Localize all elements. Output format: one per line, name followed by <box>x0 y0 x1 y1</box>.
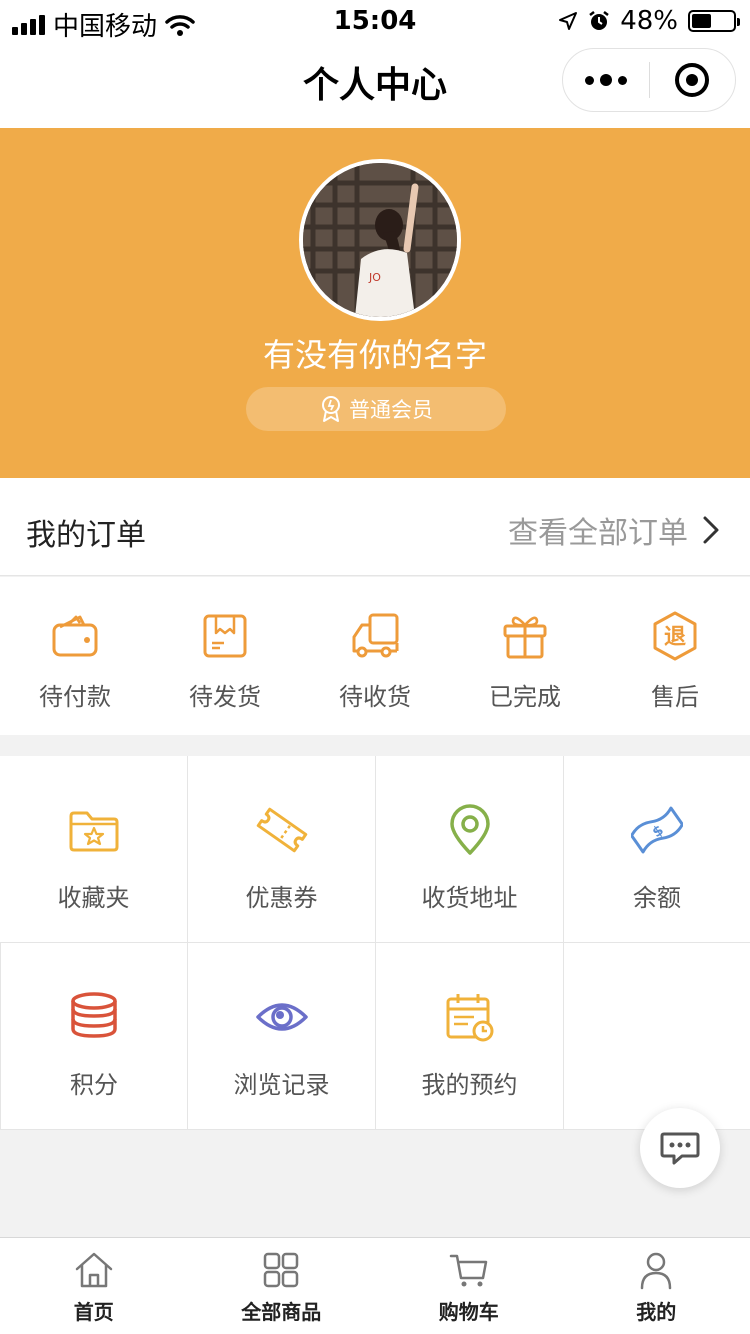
grid-item-points[interactable]: 积分 <box>0 943 188 1130</box>
avatar-photo: JO <box>303 163 457 317</box>
grid-item-appointments[interactable]: 我的预约 <box>376 943 564 1130</box>
more-dot-icon <box>599 74 612 86</box>
alarm-icon <box>589 11 609 30</box>
grid-item-history[interactable]: 浏览记录 <box>188 943 376 1130</box>
tab-all-products[interactable]: 全部商品 <box>188 1238 376 1334</box>
status-right: 48% <box>558 6 740 36</box>
grid-item-label: 收货地址 <box>421 884 518 912</box>
truck-icon <box>352 613 399 658</box>
grid-item-coupons[interactable]: 优惠券 <box>188 756 376 943</box>
grid-item-label: 积分 <box>70 1071 118 1099</box>
tab-cart[interactable]: 购物车 <box>375 1238 563 1334</box>
box-icon <box>203 614 247 658</box>
tab-home[interactable]: 首页 <box>0 1238 188 1334</box>
chat-bubble-icon <box>660 1132 700 1165</box>
grid-item-favorites[interactable]: 收藏夹 <box>0 756 188 943</box>
order-status-label: 售后 <box>651 683 699 711</box>
target-icon <box>675 63 710 97</box>
view-all-orders-link[interactable]: 查看全部订单 <box>508 508 720 552</box>
orders-title: 我的订单 <box>26 518 146 553</box>
services-grid: 收藏夹 优惠券 收货地址 $ 余额 积分 浏览记录 我的预约 <box>0 756 750 1130</box>
tab-label: 首页 <box>73 1300 114 1324</box>
tab-mine[interactable]: 我的 <box>563 1238 750 1334</box>
more-dot-icon <box>584 75 594 85</box>
order-status-row: 待付款 待发货 待收货 已完成 退 售后 <box>0 577 750 735</box>
username: 有没有你的名字 <box>262 336 487 374</box>
order-status-label: 待发货 <box>189 683 261 711</box>
grid-item-label: 余额 <box>633 884 681 912</box>
more-dot-icon <box>617 75 627 85</box>
grid-icon <box>264 1252 299 1288</box>
chevron-right-icon <box>703 516 719 544</box>
order-pending-shipment[interactable]: 待发货 <box>150 577 300 735</box>
coupon-icon <box>256 807 307 853</box>
grid-item-empty <box>564 943 750 1130</box>
gift-icon <box>503 616 547 659</box>
tab-label: 购物车 <box>438 1300 499 1324</box>
home-icon <box>75 1252 112 1288</box>
refund-icon: 退 <box>653 611 697 661</box>
member-level-badge[interactable]: 普通会员 <box>246 387 506 431</box>
order-status-label: 已完成 <box>489 683 561 711</box>
location-pin-icon <box>449 804 490 855</box>
grid-item-label: 浏览记录 <box>233 1071 330 1099</box>
battery-icon <box>688 10 740 32</box>
more-menu-button[interactable] <box>563 49 649 111</box>
status-bar: 中国移动 15:04 48% <box>0 0 750 42</box>
battery-percent: 48% <box>620 6 678 36</box>
grid-item-label: 优惠券 <box>245 884 318 912</box>
coins-icon <box>71 992 117 1038</box>
mini-program-capsule <box>562 48 736 112</box>
order-completed[interactable]: 已完成 <box>450 577 600 735</box>
battery-fill <box>692 14 712 28</box>
grid-item-label: 收藏夹 <box>57 884 130 912</box>
order-pending-receipt[interactable]: 待收货 <box>300 577 450 735</box>
member-level-label: 普通会员 <box>349 398 433 422</box>
grid-item-address[interactable]: 收货地址 <box>376 756 564 943</box>
close-mini-program-button[interactable] <box>650 49 736 111</box>
calendar-icon <box>446 994 493 1042</box>
location-arrow-icon <box>559 12 578 30</box>
folder-star-icon <box>69 811 118 852</box>
grid-item-balance[interactable]: $ 余额 <box>564 756 750 943</box>
eye-icon <box>255 1003 308 1031</box>
svg-text:JO: JO <box>368 271 381 284</box>
profile-header: JO 有没有你的名字 普通会员 <box>0 128 750 478</box>
order-status-label: 待付款 <box>39 683 111 711</box>
svg-text:退: 退 <box>664 625 686 650</box>
money-icon: $ <box>631 806 683 854</box>
order-pending-payment[interactable]: 待付款 <box>0 577 150 735</box>
orders-section-header: 我的订单 查看全部订单 <box>0 478 750 576</box>
medal-icon <box>322 396 340 422</box>
wallet-icon <box>52 615 98 657</box>
user-icon <box>641 1252 672 1290</box>
bottom-tab-bar: 首页 全部商品 购物车 我的 <box>0 1237 750 1334</box>
customer-service-button[interactable] <box>640 1108 720 1188</box>
cart-icon <box>449 1254 487 1287</box>
grid-item-label: 我的预约 <box>421 1071 518 1099</box>
avatar[interactable]: JO <box>299 159 461 321</box>
order-status-label: 待收货 <box>339 683 411 711</box>
tab-label: 我的 <box>636 1300 677 1324</box>
nav-bar: 个人中心 <box>0 40 750 128</box>
order-after-sales[interactable]: 退 售后 <box>600 577 750 735</box>
tab-label: 全部商品 <box>241 1300 322 1324</box>
view-all-orders-label: 查看全部订单 <box>508 516 688 551</box>
